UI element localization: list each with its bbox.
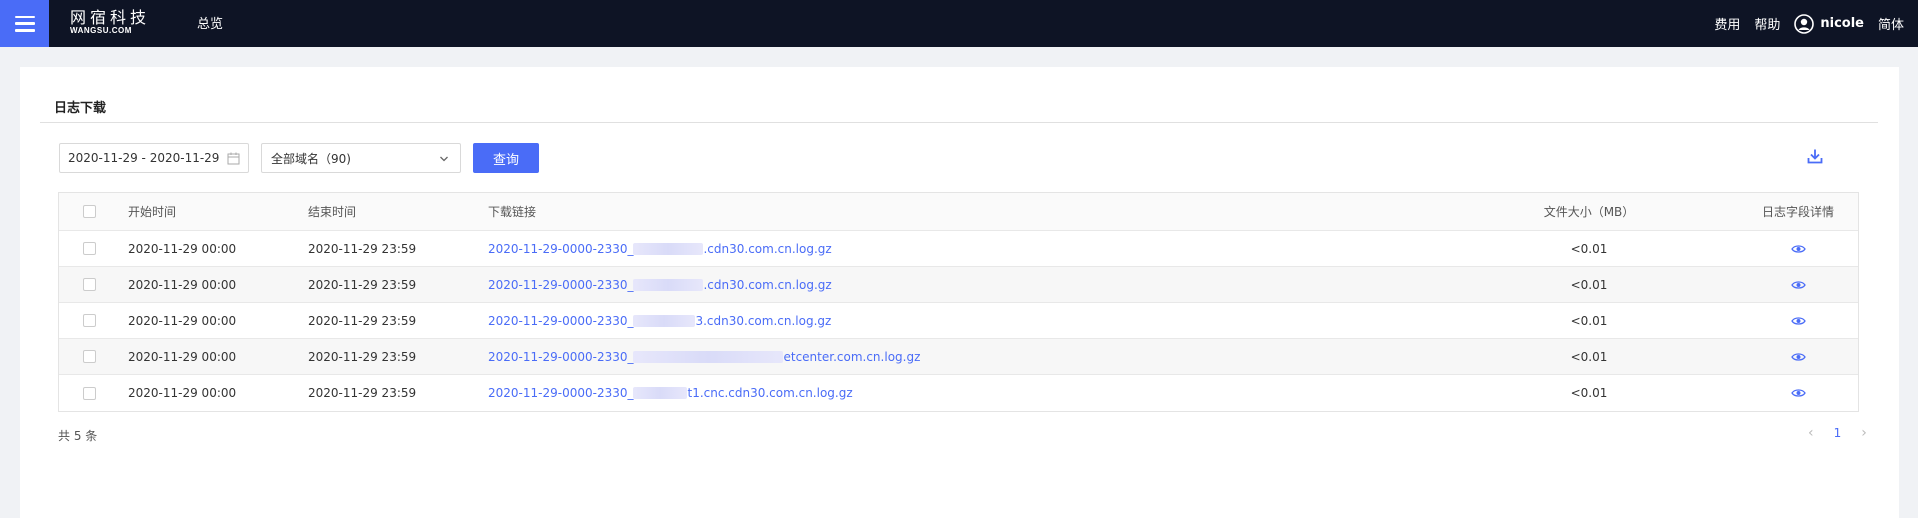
col-field-details: 日志字段详情 <box>1761 205 1834 219</box>
page-title: 日志下载 <box>54 101 107 116</box>
row-checkbox[interactable] <box>83 231 97 266</box>
user-menu[interactable]: nicole <box>1794 13 1864 34</box>
username: nicole <box>1820 16 1864 31</box>
row-start-time: 2020-11-29 00:00 <box>128 349 237 364</box>
download-icon[interactable] <box>1807 148 1823 164</box>
nav-help-link[interactable]: 帮助 <box>1754 14 1780 33</box>
row-file-size: <0.01 <box>1570 277 1608 292</box>
row-end-time: 2020-11-29 23:59 <box>308 349 417 364</box>
row-file-size: <0.01 <box>1570 349 1608 364</box>
date-range-picker[interactable]: 2020-11-29 - 2020-11-29 <box>59 143 249 173</box>
link-prefix: 2020-11-29-0000-2330_ <box>488 349 634 364</box>
link-prefix: 2020-11-29-0000-2330_ <box>488 313 634 328</box>
row-file-size: <0.01 <box>1570 241 1608 256</box>
table-row: 2020-11-29 00:00 2020-11-29 23:59 2020-1… <box>59 375 1858 411</box>
nav-overview-link[interactable]: 总览 <box>197 13 223 32</box>
logo-cn: 网宿科技 <box>70 8 151 27</box>
hamburger-menu-button[interactable] <box>0 0 49 47</box>
table-row: 2020-11-29 00:00 2020-11-29 23:59 2020-1… <box>59 303 1858 339</box>
row-file-size: <0.01 <box>1570 313 1608 328</box>
date-range-value: 2020-11-29 - 2020-11-29 <box>68 151 220 165</box>
link-prefix: 2020-11-29-0000-2330_ <box>488 241 634 256</box>
total-count: 共 5 条 <box>58 429 98 443</box>
link-suffix: t1.cnc.cdn30.com.cn.log.gz <box>687 386 853 400</box>
title-divider <box>40 122 1878 123</box>
row-start-time: 2020-11-29 00:00 <box>128 241 237 256</box>
link-prefix: 2020-11-29-0000-2330_ <box>488 386 634 400</box>
eye-icon <box>1790 280 1806 289</box>
row-download-link[interactable]: 2020-11-29-0000-2330_ t1.cnc.cdn30.com.cn… <box>488 375 853 411</box>
redacted-domain <box>633 278 704 291</box>
link-prefix: 2020-11-29-0000-2330_ <box>488 277 634 292</box>
row-checkbox[interactable] <box>83 339 97 374</box>
chevron-down-icon <box>440 156 448 162</box>
row-start-time: 2020-11-29 00:00 <box>128 313 237 328</box>
col-start-time: 开始时间 <box>128 205 177 219</box>
link-suffix: 3.cdn30.com.cn.log.gz <box>695 313 832 328</box>
log-download-card: 日志下载 2020-11-29 - 2020-11-29 全部域名（90) 查询… <box>20 67 1899 518</box>
eye-icon <box>1790 244 1806 253</box>
col-file-size: 文件大小（MB） <box>1543 205 1635 219</box>
row-start-time: 2020-11-29 00:00 <box>128 386 237 400</box>
link-suffix: .cdn30.com.cn.log.gz <box>703 241 832 256</box>
row-view-details[interactable] <box>1753 339 1843 374</box>
row-view-details[interactable] <box>1753 375 1843 411</box>
query-button[interactable]: 查询 <box>473 143 539 173</box>
link-suffix: etcenter.com.cn.log.gz <box>783 349 921 364</box>
row-checkbox[interactable] <box>83 375 97 411</box>
log-table: 开始时间 结束时间 下载链接 文件大小（MB） 日志字段详情 2020-11-2… <box>58 192 1859 412</box>
row-file-size: <0.01 <box>1570 386 1608 400</box>
redacted-domain <box>633 387 688 399</box>
redacted-domain <box>633 242 704 255</box>
eye-icon <box>1790 389 1806 397</box>
domain-select[interactable]: 全部域名（90) <box>261 143 461 173</box>
row-checkbox[interactable] <box>83 303 97 338</box>
domain-select-value: 全部域名（90) <box>271 151 351 166</box>
row-download-link[interactable]: 2020-11-29-0000-2330_ .cdn30.com.cn.log.g… <box>488 267 832 302</box>
brand-logo[interactable]: 网宿科技 WANGSU.COM <box>70 9 150 35</box>
table-row: 2020-11-29 00:00 2020-11-29 23:59 2020-1… <box>59 339 1858 375</box>
next-page-chevron-right-icon[interactable]: › <box>1861 425 1867 441</box>
row-download-link[interactable]: 2020-11-29-0000-2330_ 3.cdn30.com.cn.log.… <box>488 303 831 338</box>
row-download-link[interactable]: 2020-11-29-0000-2330_ etcenter.com.cn.log… <box>488 339 920 374</box>
link-suffix: .cdn30.com.cn.log.gz <box>703 277 832 292</box>
prev-page-chevron-left-icon[interactable]: ‹ <box>1808 425 1814 441</box>
logo-en: WANGSU.COM <box>70 26 132 35</box>
pagination: ‹ 1 › <box>1808 425 1867 441</box>
row-view-details[interactable] <box>1753 231 1843 266</box>
language-switch[interactable]: 简体 <box>1878 14 1904 33</box>
col-download-link: 下载链接 <box>488 205 537 219</box>
row-end-time: 2020-11-29 23:59 <box>308 386 417 400</box>
top-navbar: 网宿科技 WANGSU.COM 总览 费用 帮助 nicole 简体 <box>0 0 1918 47</box>
redacted-domain <box>633 350 784 363</box>
col-end-time: 结束时间 <box>308 205 357 219</box>
eye-icon <box>1790 316 1806 325</box>
row-end-time: 2020-11-29 23:59 <box>308 241 417 256</box>
table-row: 2020-11-29 00:00 2020-11-29 23:59 2020-1… <box>59 267 1858 303</box>
row-end-time: 2020-11-29 23:59 <box>308 277 417 292</box>
row-view-details[interactable] <box>1753 303 1843 338</box>
calendar-icon <box>227 152 240 165</box>
top-right-actions: 费用 帮助 nicole 简体 <box>1700 0 1904 47</box>
menu-icon <box>14 15 35 32</box>
table-header-row: 开始时间 结束时间 下载链接 文件大小（MB） 日志字段详情 <box>59 193 1858 231</box>
user-avatar-icon <box>1794 13 1815 34</box>
eye-icon <box>1790 352 1806 361</box>
row-download-link[interactable]: 2020-11-29-0000-2330_ .cdn30.com.cn.log.g… <box>488 231 832 266</box>
redacted-domain <box>633 314 696 327</box>
row-start-time: 2020-11-29 00:00 <box>128 277 237 292</box>
table-row: 2020-11-29 00:00 2020-11-29 23:59 2020-1… <box>59 231 1858 267</box>
row-end-time: 2020-11-29 23:59 <box>308 313 417 328</box>
row-view-details[interactable] <box>1753 267 1843 302</box>
nav-fees-link[interactable]: 费用 <box>1714 14 1740 33</box>
select-all-checkbox[interactable] <box>83 193 97 230</box>
page-number[interactable]: 1 <box>1834 426 1842 440</box>
row-checkbox[interactable] <box>83 267 97 302</box>
